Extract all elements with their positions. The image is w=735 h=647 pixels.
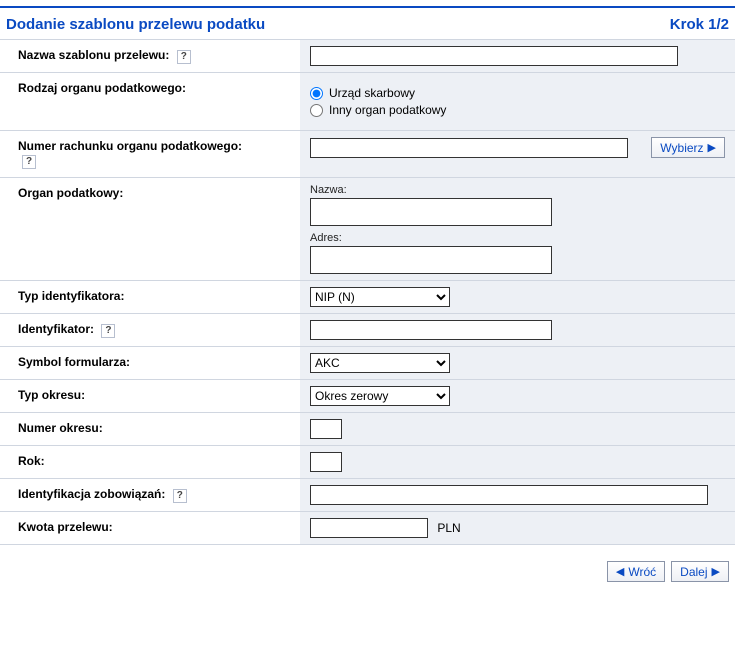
account-number-input[interactable]: [310, 138, 628, 158]
page-title: Dodanie szablonu przelewu podatku: [6, 16, 265, 33]
arrow-left-icon: ◀: [616, 565, 624, 578]
template-name-input[interactable]: [310, 46, 678, 66]
amount-label: Kwota przelewu:: [18, 520, 113, 534]
currency-label: PLN: [437, 521, 460, 535]
obligation-id-label: Identyfikacja zobowiązań:: [18, 487, 165, 501]
form-symbol-select[interactable]: AKC: [310, 353, 450, 373]
step-indicator: Krok 1/2: [670, 16, 729, 33]
id-type-select[interactable]: NIP (N): [310, 287, 450, 307]
help-icon[interactable]: ?: [177, 50, 191, 64]
year-input[interactable]: [310, 452, 342, 472]
next-button-label: Dalej: [680, 565, 707, 579]
help-icon[interactable]: ?: [22, 155, 36, 169]
id-type-label: Typ identyfikatora:: [18, 289, 124, 303]
account-number-label: Numer rachunku organu podatkowego:: [18, 139, 242, 153]
authority-address-sublabel: Adres:: [310, 232, 725, 244]
arrow-right-icon: ▶: [712, 565, 720, 578]
form-symbol-label: Symbol formularza:: [18, 355, 130, 369]
authority-type-radio-urzad-label: Urząd skarbowy: [329, 86, 415, 100]
back-button[interactable]: ◀ Wróć: [607, 561, 665, 582]
template-name-label: Nazwa szablonu przelewu:: [18, 48, 169, 62]
authority-type-radio-inny-label: Inny organ podatkowy: [329, 103, 446, 117]
amount-input[interactable]: [310, 518, 428, 538]
next-button[interactable]: Dalej ▶: [671, 561, 729, 582]
period-number-label: Numer okresu:: [18, 421, 103, 435]
authority-type-radio-urzad[interactable]: [310, 87, 323, 100]
arrow-right-icon: ▶: [708, 141, 716, 154]
identifier-label: Identyfikator:: [18, 322, 94, 336]
help-icon[interactable]: ?: [173, 489, 187, 503]
year-label: Rok:: [18, 454, 45, 468]
select-button-label: Wybierz: [660, 141, 703, 155]
authority-type-label: Rodzaj organu podatkowego:: [18, 81, 186, 95]
select-button[interactable]: Wybierz ▶: [651, 137, 725, 158]
authority-type-radio-inny[interactable]: [310, 104, 323, 117]
obligation-id-input[interactable]: [310, 485, 708, 505]
help-icon[interactable]: ?: [101, 324, 115, 338]
authority-address-textarea[interactable]: [310, 246, 552, 274]
period-type-label: Typ okresu:: [18, 388, 85, 402]
authority-name-textarea[interactable]: [310, 198, 552, 226]
authority-label: Organ podatkowy:: [18, 186, 123, 200]
identifier-input[interactable]: [310, 320, 552, 340]
authority-name-sublabel: Nazwa:: [310, 184, 725, 196]
period-type-select[interactable]: Okres zerowy: [310, 386, 450, 406]
back-button-label: Wróć: [628, 565, 656, 579]
period-number-input[interactable]: [310, 419, 342, 439]
